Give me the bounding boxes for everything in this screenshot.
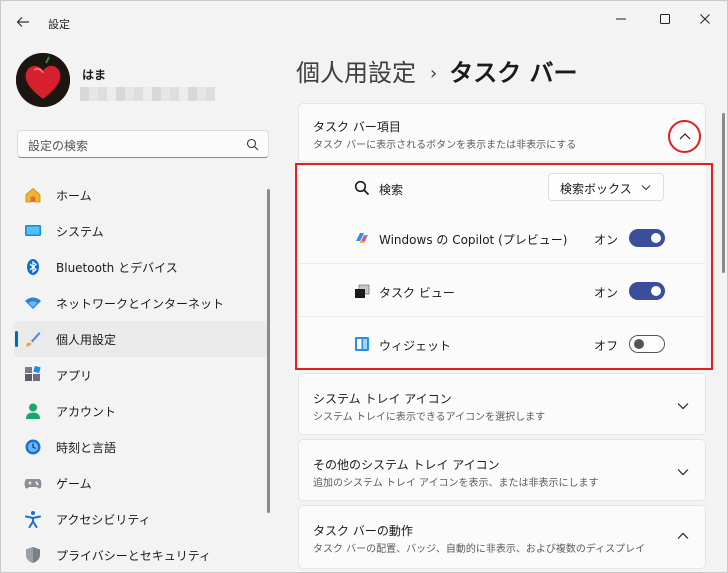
gaming-icon [24, 479, 42, 489]
sidebar-item-gaming[interactable]: ゲーム [14, 465, 269, 501]
chevron-up-icon [677, 532, 689, 539]
apps-icon [25, 366, 41, 381]
back-button[interactable] [9, 11, 37, 33]
search-icon [246, 138, 259, 151]
avatar[interactable] [16, 53, 70, 107]
sidebar-item-label: アカウント [56, 405, 117, 419]
minimize-icon [616, 18, 626, 20]
sidebar-item-system[interactable]: システム [14, 213, 269, 249]
sidebar-scrollbar[interactable] [267, 189, 270, 513]
personalization-icon [26, 332, 41, 347]
breadcrumb: 個人用設定 › タスク バー [296, 53, 578, 88]
network-icon [25, 297, 41, 309]
bluetooth-icon [27, 259, 39, 275]
close-button[interactable] [682, 5, 727, 33]
active-indicator [15, 331, 18, 347]
sidebar-item-time-language[interactable]: 時刻と言語 [14, 429, 269, 465]
chevron-up-icon [679, 133, 691, 140]
section-subtitle: 追加のシステム トレイ アイコンを表示、または非表示にします [313, 478, 599, 489]
breadcrumb-separator: › [430, 63, 438, 84]
heart-photo-icon [16, 53, 70, 107]
back-arrow-icon [16, 17, 29, 27]
chevron-down-icon [677, 403, 689, 410]
breadcrumb-parent[interactable]: 個人用設定 [296, 59, 416, 87]
sidebar-item-label: 個人用設定 [56, 333, 117, 347]
sidebar-item-label: システム [56, 225, 104, 239]
section-subtitle: タスク バーに表示されるボタンを表示または非表示にする [313, 140, 577, 151]
section-subtitle: タスク バーの配置、バッジ、自動的に非表示、および複数のディスプレイ [313, 544, 646, 555]
user-name: はま [82, 68, 107, 82]
sidebar-item-label: ネットワークとインターネット [56, 297, 225, 311]
page-title: タスク バー [449, 59, 578, 87]
home-icon [25, 187, 41, 203]
section-title: その他のシステム トレイ アイコン [313, 458, 500, 472]
title-bar: 設定 [1, 1, 727, 43]
sidebar-item-network[interactable]: ネットワークとインターネット [14, 285, 269, 321]
sidebar-item-label: ホーム [56, 189, 92, 203]
accessibility-icon [25, 511, 41, 528]
account-icon [26, 403, 40, 419]
sidebar-item-label: アプリ [56, 369, 93, 383]
user-email-redacted [80, 87, 215, 101]
sidebar-item-label: Bluetooth とデバイス [56, 261, 178, 275]
system-icon [25, 225, 41, 236]
search-placeholder: 設定の検索 [28, 139, 89, 153]
sidebar-item-privacy[interactable]: プライバシーとセキュリティ [14, 537, 269, 572]
section-system-tray-icons[interactable]: システム トレイ アイコン システム トレイに表示できるアイコンを選択します [298, 373, 706, 435]
sidebar-item-home[interactable]: ホーム [14, 177, 269, 213]
taskbar-items-header[interactable]: タスク バー項目 タスク バーに表示されるボタンを表示または非表示にする [298, 103, 706, 162]
sidebar-item-apps[interactable]: アプリ [14, 357, 269, 393]
settings-window: 設定 はま 設定の検索 ホーム システム Bluetooth とデバイス ネット… [0, 0, 728, 573]
section-title: タスク バー項目 [313, 120, 401, 134]
collapse-button[interactable] [668, 120, 701, 153]
section-title: システム トレイ アイコン [313, 392, 452, 406]
main-scrollbar[interactable] [722, 113, 725, 273]
highlight-box [295, 163, 713, 370]
sidebar-item-personalization[interactable]: 個人用設定 [14, 321, 269, 357]
sidebar-item-label: 時刻と言語 [56, 441, 117, 455]
section-title: タスク バーの動作 [313, 524, 413, 538]
section-subtitle: システム トレイに表示できるアイコンを選択します [313, 412, 546, 423]
sidebar-nav: ホーム システム Bluetooth とデバイス ネットワークとインターネット … [14, 177, 269, 572]
minimize-button[interactable] [598, 5, 644, 33]
section-other-tray-icons[interactable]: その他のシステム トレイ アイコン 追加のシステム トレイ アイコンを表示、また… [298, 439, 706, 501]
sidebar-item-label: プライバシーとセキュリティ [56, 549, 212, 563]
privacy-shield-icon [26, 547, 40, 563]
sidebar-item-label: ゲーム [56, 477, 92, 491]
sidebar-item-accounts[interactable]: アカウント [14, 393, 269, 429]
time-language-icon [25, 439, 41, 455]
sidebar-item-bluetooth[interactable]: Bluetooth とデバイス [14, 249, 269, 285]
chevron-down-icon [677, 469, 689, 476]
section-taskbar-behaviors[interactable]: タスク バーの動作 タスク バーの配置、バッジ、自動的に非表示、および複数のディ… [298, 505, 706, 569]
sidebar-item-accessibility[interactable]: アクセシビリティ [14, 501, 269, 537]
maximize-icon [660, 14, 670, 24]
close-icon [700, 14, 710, 24]
app-title: 設定 [48, 18, 70, 31]
sidebar-item-label: アクセシビリティ [56, 513, 151, 527]
search-input[interactable]: 設定の検索 [17, 130, 269, 158]
